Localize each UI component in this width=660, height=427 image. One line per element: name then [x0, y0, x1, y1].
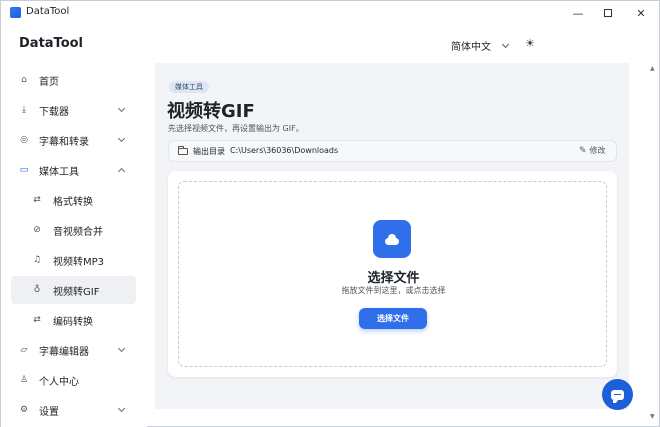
subtitle-icon: ▱ — [20, 345, 28, 355]
sidebar-item-label: 设置 — [39, 406, 59, 418]
scroll-down-icon[interactable]: ▼ — [650, 413, 655, 420]
sidebar-item-media-tools[interactable]: ▭ 媒体工具 — [11, 156, 136, 184]
dropzone-title: 选择文件 — [367, 271, 420, 286]
cloud-upload-icon — [385, 233, 399, 245]
sidebar-item-profile[interactable]: ♙ 个人中心 — [11, 366, 136, 394]
file-dropzone[interactable]: 选择文件 拖放文件到这里，或点击选择 选择文件 — [178, 181, 607, 367]
chevron-up-icon — [117, 167, 126, 176]
brand-name: DataTool — [19, 36, 84, 51]
page-subtitle: 先选择视频文件，再设置输出为 GIF。 — [168, 124, 304, 133]
sidebar-item-home[interactable]: ⌂ 首页 — [11, 66, 136, 94]
select-file-button[interactable]: 选择文件 — [359, 308, 427, 329]
sidebar-item-subtitle-editor[interactable]: ▱ 字幕编辑器 — [11, 336, 136, 364]
swap-icon: ⇄ — [33, 315, 41, 325]
category-tag: 媒体工具 — [169, 81, 209, 93]
sidebar-item-label: 音视频合并 — [53, 226, 103, 238]
bulb-icon: ♁ — [33, 285, 41, 295]
edit-label: 修改 — [589, 146, 606, 155]
scrollbar[interactable]: ▲ ▼ — [648, 63, 657, 421]
close-button[interactable]: ✕ — [626, 3, 656, 23]
title-bar: DataTool — ✕ — [1, 1, 659, 25]
sidebar-item-downloader[interactable]: ⤓ 下载器 — [11, 96, 136, 124]
chat-icon — [611, 389, 624, 403]
sidebar-item-format-convert[interactable]: ⇄ 格式转换 — [11, 186, 136, 214]
sidebar-item-label: 格式转换 — [53, 196, 93, 208]
language-select[interactable]: 简体中文 — [451, 38, 510, 53]
window-title: DataTool — [26, 6, 70, 17]
home-icon: ⌂ — [21, 75, 27, 85]
minimize-button[interactable]: — — [563, 3, 593, 23]
download-icon: ⤓ — [22, 105, 26, 115]
chevron-down-icon — [117, 344, 126, 353]
language-label: 简体中文 — [451, 42, 491, 53]
chevron-down-icon — [117, 404, 126, 413]
gear-icon: ⚙ — [19, 405, 29, 415]
sidebar-item-av-merge[interactable]: ⊘ 音视频合并 — [11, 216, 136, 244]
sidebar-item-label: 个人中心 — [39, 376, 79, 388]
output-directory-path: C:\Users\36036\Downloads — [230, 146, 339, 155]
sidebar-item-label: 媒体工具 — [39, 166, 79, 178]
app-logo-icon — [10, 7, 21, 18]
sidebar-item-encoding-convert[interactable]: ⇄ 编码转换 — [11, 306, 136, 334]
mic-icon: ◎ — [20, 135, 28, 145]
output-directory-label: 输出目录 — [193, 147, 225, 156]
link-icon: ⊘ — [33, 225, 41, 235]
maximize-icon — [604, 9, 612, 17]
sidebar-item-label: 下载器 — [39, 106, 69, 118]
user-icon: ♙ — [19, 375, 29, 385]
sidebar-item-video-to-gif[interactable]: ♁ 视频转GIF — [11, 276, 136, 304]
upload-tile — [373, 220, 411, 258]
dropzone-hint: 拖放文件到这里，或点击选择 — [341, 286, 446, 295]
chat-support-button[interactable] — [602, 379, 633, 410]
swap-icon: ⇄ — [33, 195, 41, 205]
sun-icon[interactable]: ☀ — [525, 37, 535, 50]
edit-output-button[interactable]: ✎ 修改 — [579, 145, 606, 156]
sidebar-item-label: 字幕和转录 — [39, 136, 89, 148]
sidebar-item-settings[interactable]: ⚙ 设置 — [11, 396, 136, 424]
sidebar-item-label: 首页 — [39, 76, 59, 88]
file-select-card: 选择文件 拖放文件到这里，或点击选择 选择文件 — [168, 171, 617, 377]
sidebar-item-subtitles[interactable]: ◎ 字幕和转录 — [11, 126, 136, 154]
sidebar-item-video-to-mp3[interactable]: ♫ 视频转MP3 — [11, 246, 136, 274]
app-header: DataTool 简体中文 ☀ — [1, 25, 659, 63]
sidebar-item-label: 编码转换 — [53, 316, 93, 328]
chevron-down-icon — [501, 40, 510, 48]
chevron-down-icon — [117, 104, 126, 113]
edit-icon: ✎ — [579, 145, 587, 156]
chevron-down-icon — [117, 134, 126, 143]
sidebar-item-label: 字幕编辑器 — [39, 346, 89, 358]
music-icon: ♫ — [32, 255, 42, 265]
sidebar-item-label: 视频转GIF — [53, 286, 100, 298]
app-window: DataTool — ✕ DataTool 简体中文 ☀ ⌂ 首页 ⤓ 下载器 … — [0, 0, 660, 427]
maximize-button[interactable] — [593, 3, 623, 23]
page-title: 视频转GIF — [167, 101, 255, 122]
sidebar: ⌂ 首页 ⤓ 下载器 ◎ 字幕和转录 ▭ 媒体工具 ⇄ 格式转换 ⊘ 音视频合并… — [1, 63, 147, 427]
sidebar-item-label: 视频转MP3 — [53, 256, 105, 268]
output-directory-bar: 输出目录 C:\Users\36036\Downloads ✎ 修改 — [168, 140, 617, 162]
scroll-up-icon[interactable]: ▲ — [650, 65, 655, 72]
folder-icon — [178, 146, 188, 155]
video-icon: ▭ — [19, 165, 29, 175]
